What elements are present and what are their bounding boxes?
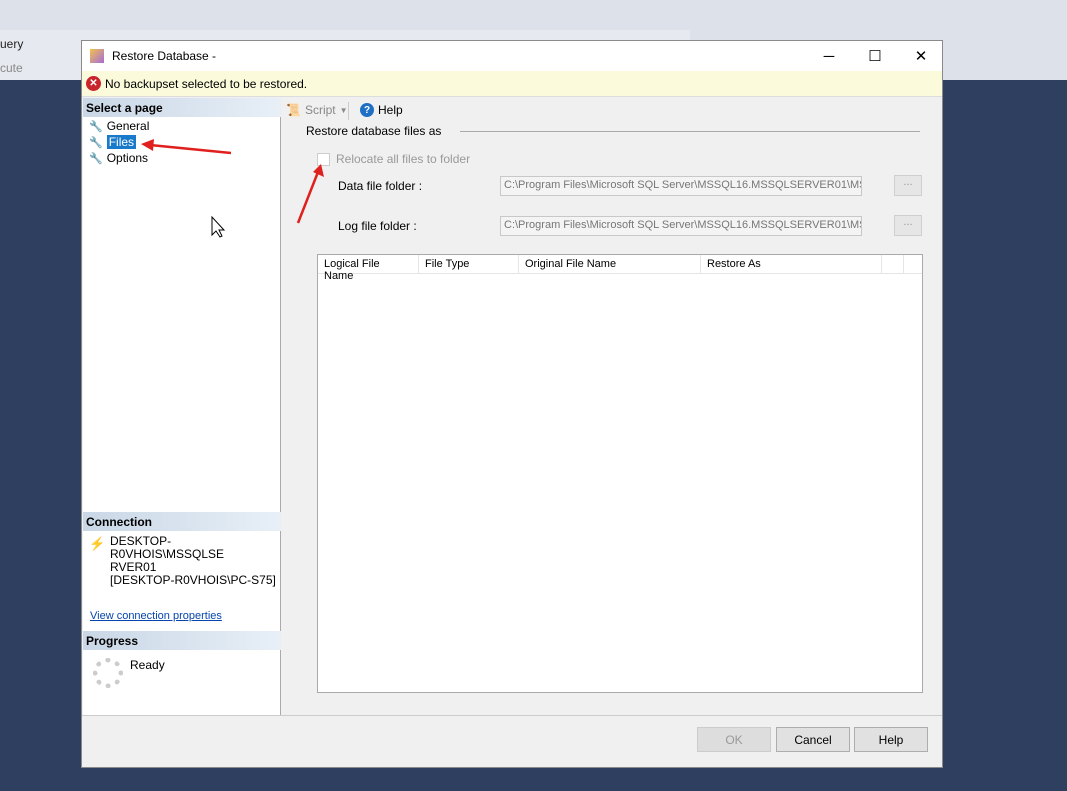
annotation-arrows — [141, 139, 324, 238]
arrow-head — [141, 139, 154, 151]
arrow-head — [313, 164, 324, 177]
mouse-cursor-icon — [211, 215, 226, 238]
red-arrow-relocate — [296, 171, 320, 224]
red-arrow-files — [149, 143, 232, 155]
